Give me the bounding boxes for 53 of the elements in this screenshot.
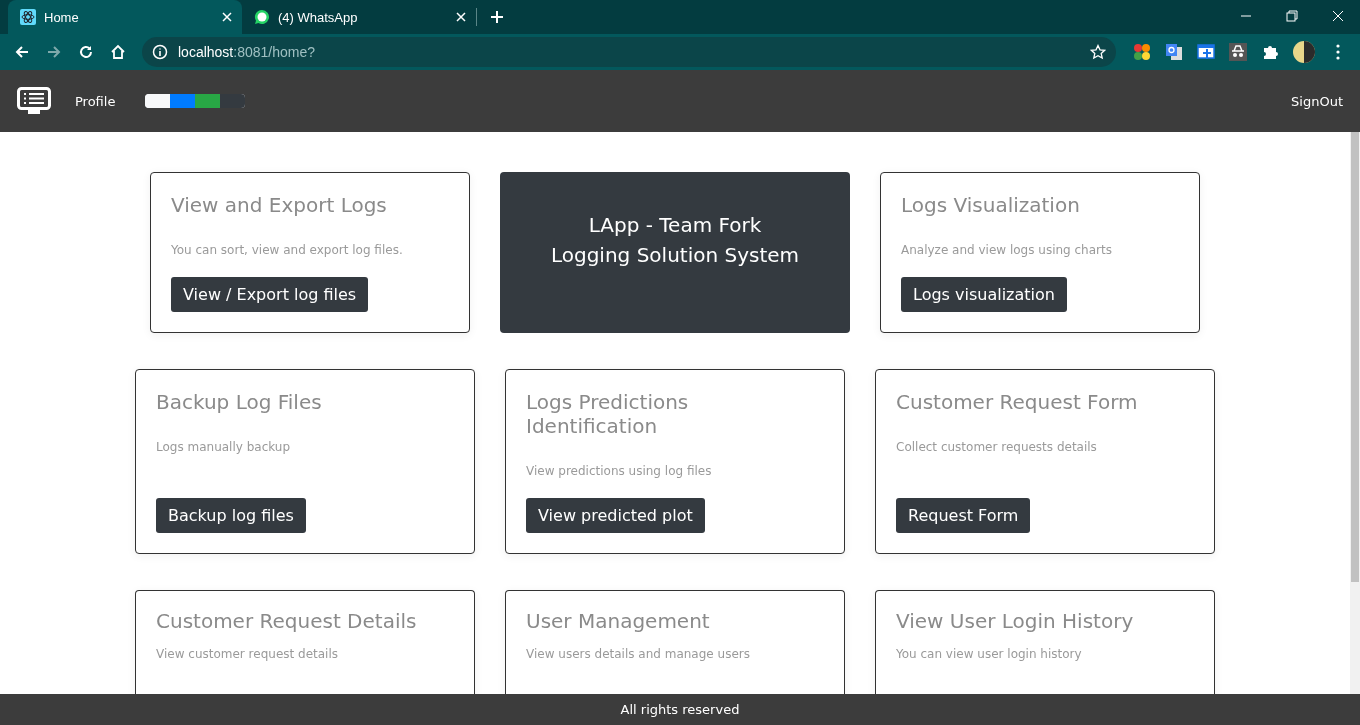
restore-icon[interactable] bbox=[1286, 10, 1298, 22]
scrollbar[interactable] bbox=[1350, 132, 1360, 694]
url-text: localhost:8081/home? bbox=[178, 44, 315, 60]
browser-window-icon[interactable] bbox=[1197, 43, 1215, 61]
card-text: View users details and manage users bbox=[526, 647, 750, 661]
card-title: Customer Request Form bbox=[896, 390, 1138, 414]
colored-dots-icon[interactable] bbox=[1133, 43, 1151, 61]
close-icon[interactable] bbox=[222, 12, 232, 22]
info-icon[interactable] bbox=[152, 44, 168, 60]
forward-icon[interactable] bbox=[46, 44, 62, 60]
tab-title: Home bbox=[44, 9, 79, 25]
card-title: Logs Visualization bbox=[901, 193, 1080, 217]
card-title: View User Login History bbox=[896, 609, 1134, 633]
chat-bubble-icon bbox=[254, 9, 270, 25]
back-icon[interactable] bbox=[14, 44, 30, 60]
close-icon[interactable] bbox=[1332, 10, 1344, 22]
card-button[interactable]: Request Form bbox=[896, 498, 1031, 533]
card-title: Backup Log Files bbox=[156, 390, 322, 414]
card-text: View customer request details bbox=[156, 647, 339, 661]
new-tab-icon[interactable] bbox=[491, 11, 503, 23]
reload-icon[interactable] bbox=[78, 44, 94, 60]
card-button[interactable]: Logs visualization bbox=[901, 277, 1067, 312]
card-text: View predictions using log files bbox=[526, 464, 712, 478]
card-button[interactable]: View predicted plot bbox=[526, 498, 705, 533]
card-button[interactable]: View / Export log files bbox=[171, 277, 369, 312]
banner-title: Logging Solution System bbox=[550, 242, 800, 269]
card-title: View and Export Logs bbox=[171, 193, 387, 217]
incognito-icon[interactable] bbox=[1229, 43, 1247, 61]
monitor-list-icon[interactable] bbox=[17, 87, 51, 115]
signout-link[interactable]: SignOut bbox=[1291, 93, 1343, 109]
profile-link[interactable]: Profile bbox=[75, 93, 116, 109]
translate-icon[interactable] bbox=[1165, 43, 1183, 61]
card-text: You can sort, view and export log files. bbox=[171, 243, 403, 257]
tab-title: (4) WhatsApp bbox=[278, 9, 358, 25]
card-title: Logs Predictions Identification bbox=[526, 390, 690, 438]
card-title: User Management bbox=[526, 609, 710, 633]
card-title: Customer Request Details bbox=[156, 609, 417, 633]
banner-title: LApp - Team Fork bbox=[588, 212, 762, 239]
footer-text: All rights reserved bbox=[0, 694, 1360, 725]
card-button[interactable]: Backup log files bbox=[156, 498, 306, 533]
card-text: Logs manually backup bbox=[156, 440, 291, 454]
browser-tab[interactable]: (4) WhatsApp bbox=[242, 0, 476, 34]
avatar-icon[interactable] bbox=[1293, 41, 1315, 63]
atom-icon bbox=[20, 9, 36, 25]
home-icon[interactable] bbox=[110, 44, 126, 60]
card-text: Collect customer requests details bbox=[896, 440, 1097, 454]
card-text: Analyze and view logs using charts bbox=[901, 243, 1112, 257]
address-bar[interactable]: localhost:8081/home? bbox=[142, 37, 1116, 67]
puzzle-icon[interactable] bbox=[1261, 43, 1279, 61]
browser-tab[interactable]: Home bbox=[8, 0, 242, 34]
close-icon[interactable] bbox=[456, 12, 466, 22]
star-icon[interactable] bbox=[1090, 44, 1106, 60]
card-text: You can view user login history bbox=[896, 647, 1082, 661]
